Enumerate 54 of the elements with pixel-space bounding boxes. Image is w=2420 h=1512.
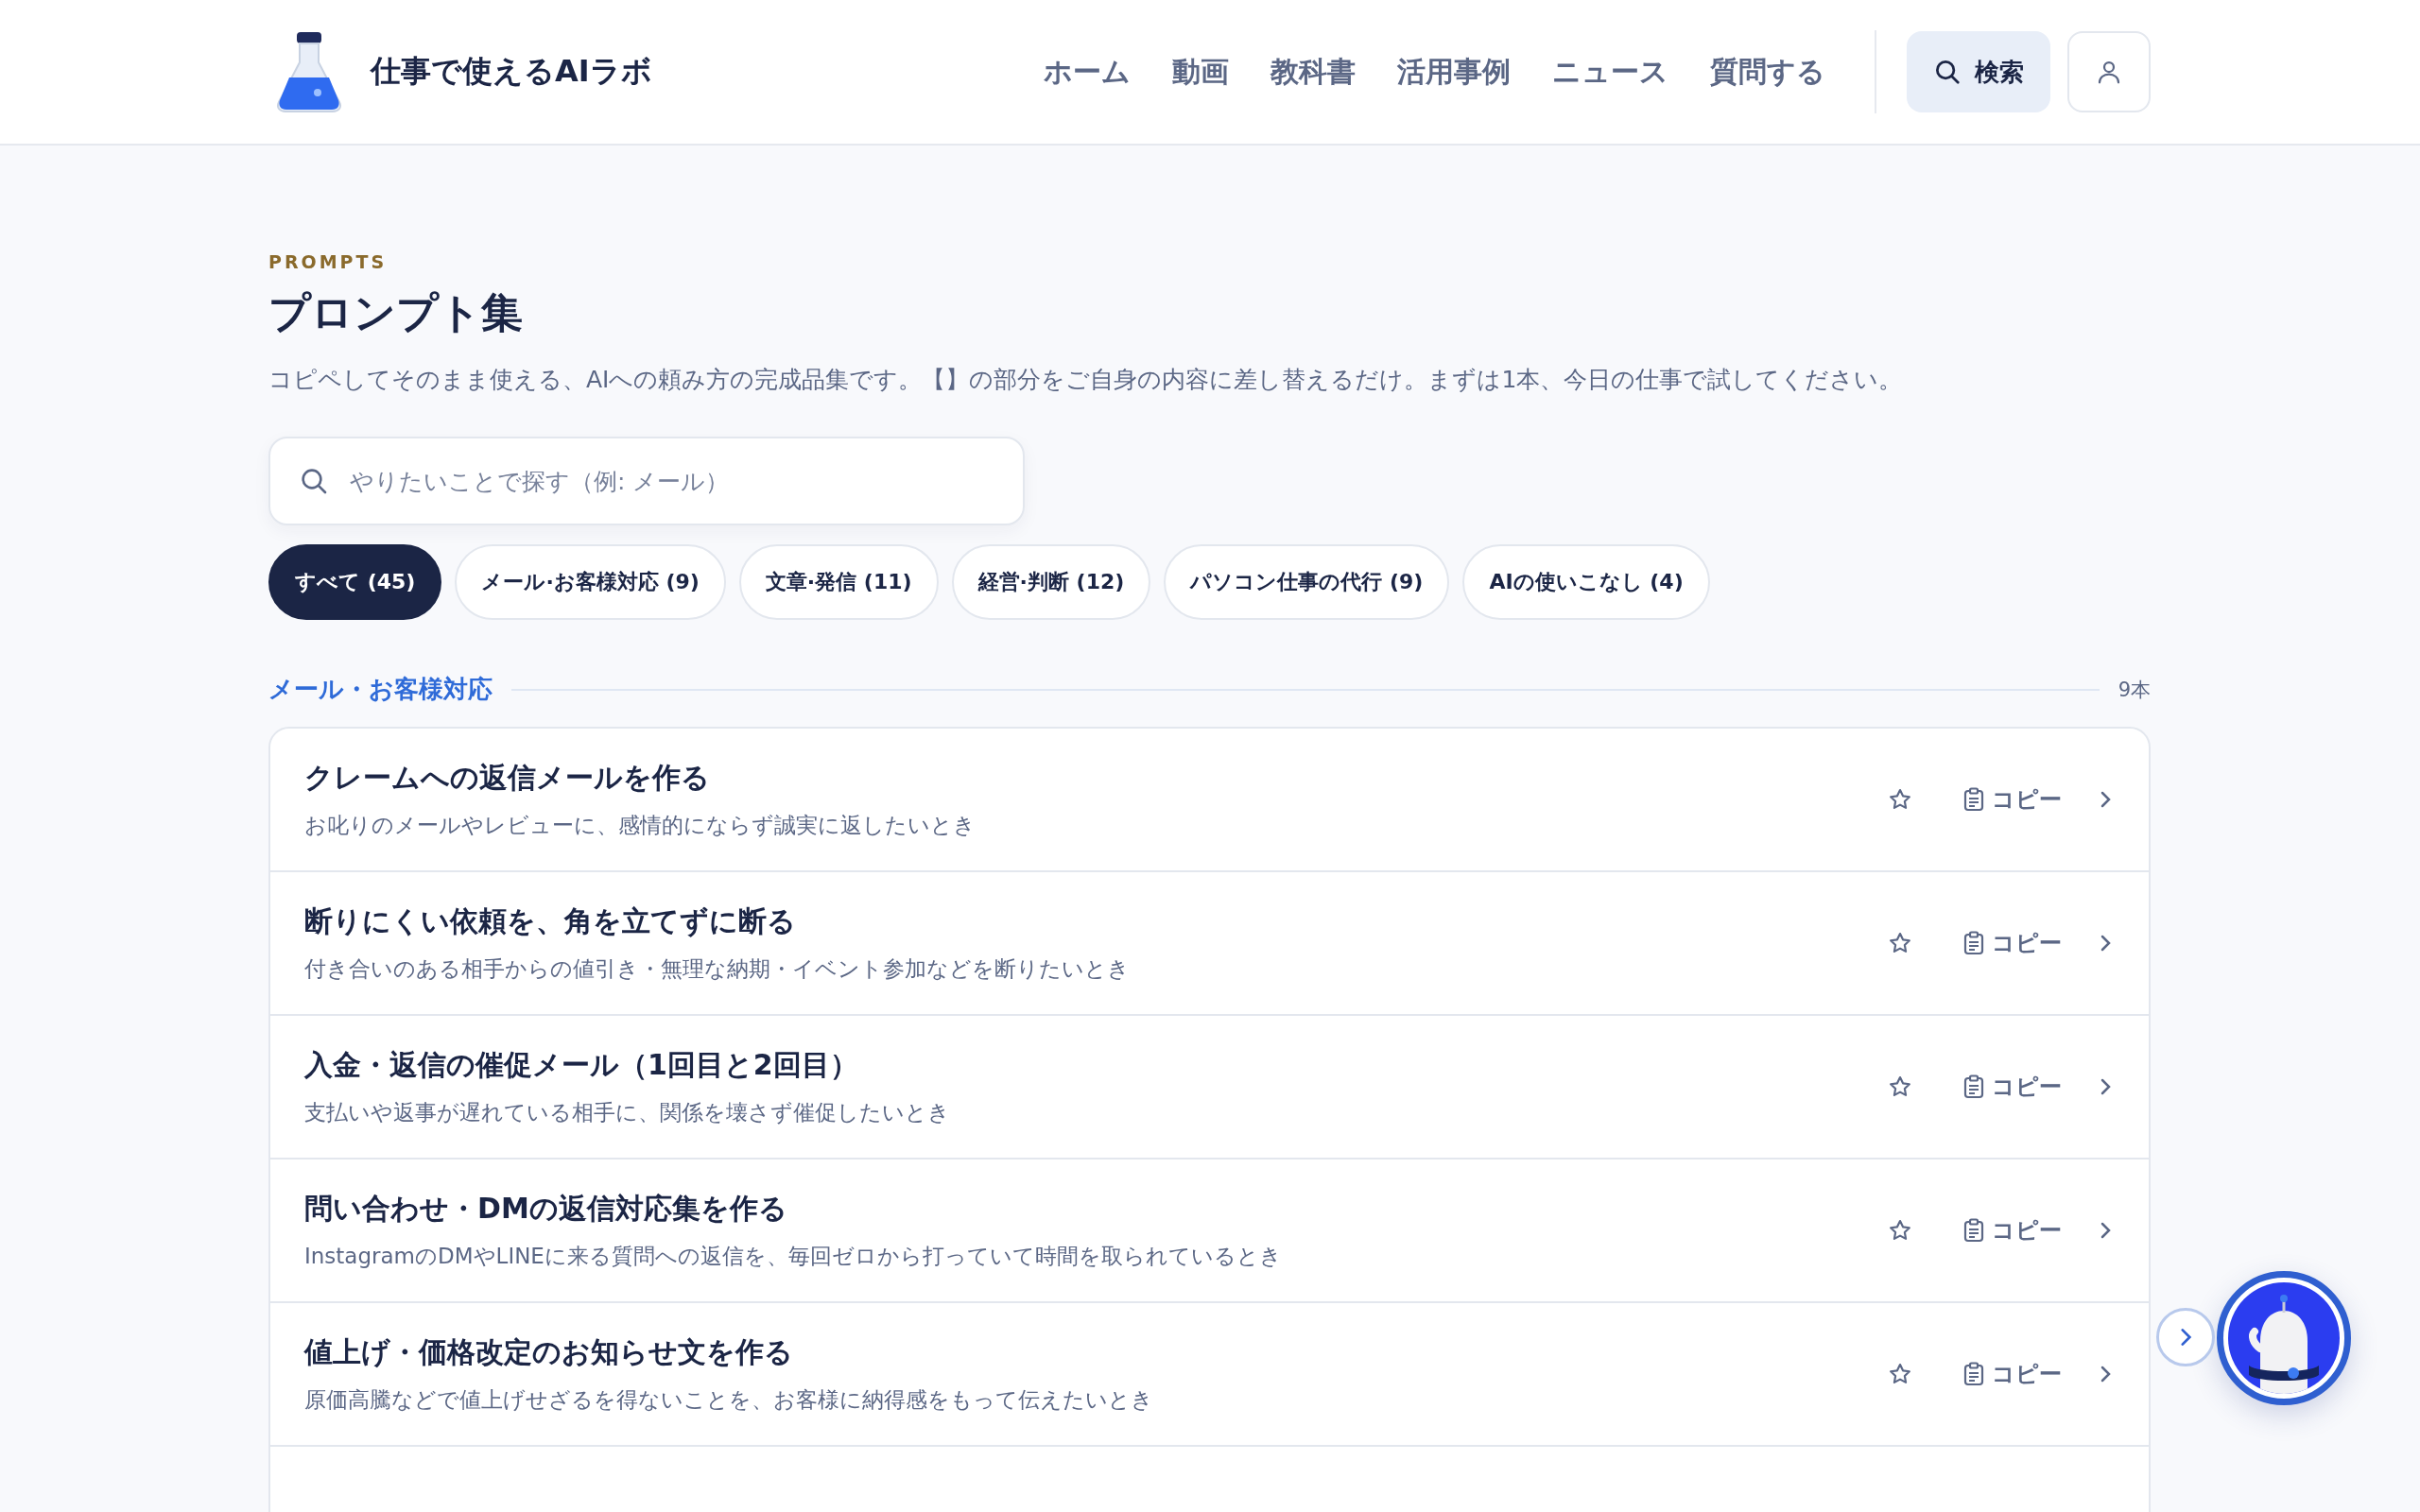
favorite-star-button[interactable] [1888,787,1912,812]
nav-link[interactable]: 動画 [1172,52,1229,92]
prompt-title: クレームへの返信メールを作る [304,760,711,796]
prompt-description: 支払いや返事が遅れている相手に、関係を壊さず催促したいとき [304,1099,951,1126]
nav-link[interactable]: ホーム [1044,52,1131,92]
prompt-description: InstagramのDMやLINEに来る質問への返信を、毎回ゼロから打っていて時間を取られているとき [304,1243,1283,1270]
copy-button[interactable]: コピー [1963,928,2062,958]
copy-button[interactable]: コピー [1963,1072,2062,1102]
nav-link[interactable]: 活用事例 [1397,52,1511,92]
clipboard-icon [1963,787,1984,812]
clipboard-icon [1963,1362,1984,1386]
page-description: コピペしてそのまま使える、AIへの頼み方の完成品集です。【】の部分をご自身の内容に差し替えるだけ。まずは1本、今日の仕事で試してください。 [268,365,1904,395]
flask-logo-icon [274,30,344,113]
filter-chip[interactable]: 経営·判断 (12) [951,544,1151,620]
copy-button[interactable]: コピー [1963,1215,2062,1246]
copy-button[interactable]: コピー [1963,1359,2062,1389]
filter-chip[interactable]: 文章·発信 (11) [738,544,939,620]
prompt-title: 値上げ・価格改定のお知らせ文を作る [304,1334,794,1370]
prompt-row[interactable]: 断りにくい依頼を、角を立てずに断る 付き合いのある相手からの値引き・無理な納期・イベント参加などを断りたいとき コピー [270,872,2149,1016]
clipboard-icon [1963,1074,1984,1099]
section-title: メール・お客様対応 [268,674,493,705]
prompt-description: 付き合いのある相手からの値引き・無理な納期・イベント参加などを断りたいとき [304,955,1131,983]
eyebrow-label: PROMPTS [268,251,389,272]
prompt-title: 問い合わせ・DMの返信対応集を作る [304,1191,788,1227]
clipboard-icon [1963,931,1984,955]
filter-chip[interactable]: パソコン仕事の代行 (9) [1164,544,1450,620]
search-input[interactable]: やりたいことで探す（例: メール） [350,443,994,519]
search-icon [299,466,329,496]
favorite-star-button[interactable] [1888,931,1912,955]
nav-link[interactable]: 質問する [1710,52,1825,92]
search-box[interactable]: やりたいことで探す（例: メール） [268,437,1025,525]
prompt-row[interactable]: クレームへの返信メールを作る お叱りのメールやレビューに、感情的にならず誠実に返したいとき コピー [270,729,2149,872]
page-title: プロンプト集 [268,287,524,338]
nav-link[interactable]: 教科書 [1270,52,1356,92]
nav-link[interactable]: ニュース [1552,52,1668,92]
prompt-description: 原価高騰などで値上げせざるを得ないことを、お客様に納得感をもって伝えたいとき [304,1386,1154,1414]
clipboard-icon [1963,1218,1984,1243]
filter-chip[interactable]: メール·お客様対応 (9) [455,544,726,620]
prompt-row[interactable]: 値上げ・価格改定のお知らせ文を作る 原価高騰などで値上げせざるを得ないことを、お客様に納得感をもって伝えたいとき コピー [270,1303,2149,1447]
favorite-star-button[interactable] [1888,1362,1912,1386]
search-icon [1933,58,1962,86]
filter-chip[interactable]: AIの使いこなし (4) [1462,544,1710,620]
site-name[interactable]: 仕事で使えるAIラボ [371,51,652,93]
favorite-star-button[interactable] [1888,1218,1912,1243]
prompt-title: 断りにくい依頼を、角を立てずに断る [304,903,797,939]
filter-chip[interactable]: すべて (45) [268,544,442,620]
prompt-row[interactable]: 問い合わせ・DMの返信対応集を作る InstagramのDMやLINEに来る質問への返信を、毎回ゼロから打っていて時間を取られているとき コピー [270,1160,2149,1303]
item-count: 9本 [2118,677,2151,703]
prompt-row[interactable]: 入金・返信の催促メール（1回目と2回目） 支払いや返事が遅れている相手に、関係を壊さず催促したいとき コピー [270,1016,2149,1160]
search-button[interactable]: 検索 [1907,31,2050,112]
favorite-star-button[interactable] [1888,1074,1912,1099]
prompt-title: 入金・返信の催促メール（1回目と2回目） [304,1047,859,1083]
copy-button[interactable]: コピー [1963,784,2062,815]
prompt-description: お叱りのメールやレビューに、感情的にならず誠実に返したいとき [304,812,977,839]
